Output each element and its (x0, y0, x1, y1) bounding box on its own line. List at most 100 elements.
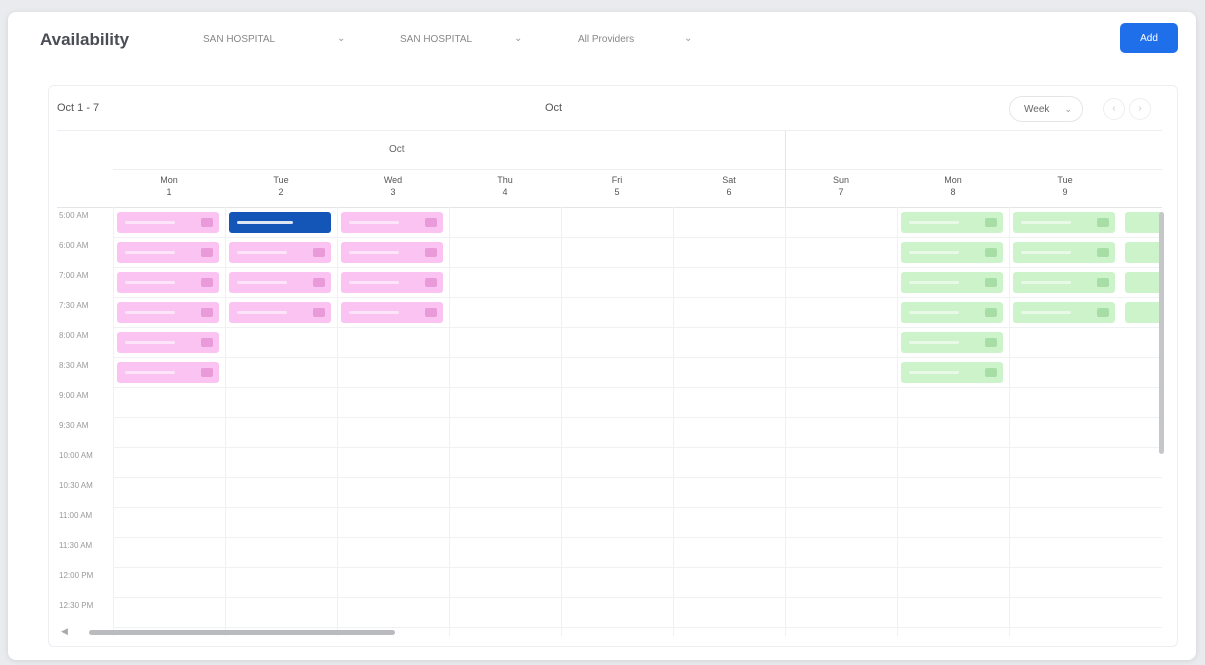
vertical-scrollbar[interactable] (1159, 212, 1164, 454)
availability-block[interactable] (117, 332, 219, 353)
chevron-down-icon: ⌄ (684, 33, 693, 44)
day-date: 6 (726, 187, 732, 197)
time-slot-label: 10:30 AM (59, 481, 93, 490)
time-row-divider (113, 297, 1162, 298)
day-name: Mon (944, 175, 962, 185)
availability-block[interactable] (229, 242, 331, 263)
block-badge (985, 308, 997, 317)
day-column-divider (561, 207, 562, 636)
availability-block[interactable] (901, 272, 1003, 293)
block-label-placeholder (1021, 281, 1071, 284)
day-header[interactable]: Fri 5 (561, 169, 673, 207)
availability-block[interactable] (1125, 212, 1162, 233)
prev-week-button[interactable]: ‹ (1103, 98, 1125, 120)
provider-filter[interactable]: All Providers ⌄ (578, 33, 692, 45)
day-header[interactable]: Tue 9 (1009, 169, 1121, 207)
add-button[interactable]: Add (1120, 23, 1178, 53)
day-header[interactable]: Sat 6 (673, 169, 785, 207)
availability-block[interactable] (901, 212, 1003, 233)
day-name: Fri (611, 175, 623, 185)
selected-availability-block[interactable] (229, 212, 331, 233)
time-row-divider (113, 267, 1162, 268)
time-row-divider (113, 387, 1162, 388)
availability-block[interactable] (901, 242, 1003, 263)
time-slot-label: 11:30 AM (59, 541, 93, 550)
block-badge (201, 338, 213, 347)
block-label-placeholder (125, 371, 175, 374)
day-date: 2 (278, 187, 284, 197)
availability-block[interactable] (117, 362, 219, 383)
day-column-divider (897, 207, 898, 636)
day-header[interactable]: Mon 1 (113, 169, 225, 207)
provider-filter-value: All Providers (578, 34, 635, 45)
block-label-placeholder (237, 221, 293, 224)
block-label-placeholder (1021, 251, 1071, 254)
block-label-placeholder (125, 251, 175, 254)
availability-block[interactable] (901, 332, 1003, 353)
availability-block[interactable] (229, 272, 331, 293)
chevron-right-icon: › (1138, 103, 1142, 114)
availability-block[interactable] (117, 212, 219, 233)
block-badge (985, 338, 997, 347)
block-badge (425, 218, 437, 227)
availability-block[interactable] (1013, 242, 1115, 263)
location-filter[interactable]: SAN HOSPITAL ⌄ (203, 33, 345, 45)
time-row-divider (113, 597, 1162, 598)
block-label-placeholder (237, 311, 287, 314)
time-slot-label: 5:00 AM (59, 211, 89, 220)
next-week-button[interactable]: › (1129, 98, 1151, 120)
day-name: Thu (497, 175, 513, 185)
day-header[interactable]: Thu 4 (449, 169, 561, 207)
availability-block[interactable] (117, 302, 219, 323)
availability-block[interactable] (341, 212, 443, 233)
block-badge (425, 278, 437, 287)
day-header[interactable]: Tue 2 (225, 169, 337, 207)
month-label: Oct (545, 102, 563, 114)
month-group-row: Oct (113, 131, 1162, 170)
availability-block[interactable] (341, 272, 443, 293)
availability-block[interactable] (901, 302, 1003, 323)
time-row-divider (113, 477, 1162, 478)
time-row-divider (113, 237, 1162, 238)
block-label-placeholder (909, 281, 959, 284)
day-name: Sun (832, 175, 849, 185)
day-date: 1 (166, 187, 172, 197)
day-header[interactable]: Mon 8 (897, 169, 1009, 207)
availability-block[interactable] (229, 302, 331, 323)
date-range: Oct 1 - 7 (57, 102, 100, 114)
block-label-placeholder (237, 281, 287, 284)
day-name: Tue (273, 175, 289, 185)
day-column-divider (449, 207, 450, 636)
availability-block[interactable] (1013, 302, 1115, 323)
chevron-down-icon: ⌄ (514, 33, 523, 44)
availability-block[interactable] (901, 362, 1003, 383)
block-label-placeholder (349, 311, 399, 314)
time-slot-label: 7:30 AM (59, 301, 89, 310)
block-badge (201, 368, 213, 377)
horizontal-scrollbar[interactable] (89, 630, 395, 635)
time-row-divider (113, 357, 1162, 358)
department-filter-value: SAN HOSPITAL (400, 34, 473, 45)
day-header[interactable]: Wed 3 (337, 169, 449, 207)
block-label-placeholder (909, 341, 959, 344)
availability-block[interactable] (1013, 212, 1115, 233)
block-badge (1097, 278, 1109, 287)
availability-block[interactable] (1125, 272, 1162, 293)
day-column-divider (113, 207, 114, 636)
day-header[interactable]: Sun 7 (785, 169, 897, 207)
availability-block[interactable] (117, 272, 219, 293)
block-badge (985, 248, 997, 257)
availability-block[interactable] (341, 302, 443, 323)
availability-block[interactable] (117, 242, 219, 263)
department-filter[interactable]: SAN HOSPITAL ⌄ (400, 33, 522, 45)
day-date: 5 (614, 187, 620, 197)
time-row-divider (113, 327, 1162, 328)
availability-block[interactable] (1125, 302, 1162, 323)
availability-block[interactable] (1125, 242, 1162, 263)
availability-block[interactable] (341, 242, 443, 263)
page-title: Availability (40, 30, 130, 49)
scroll-left-icon[interactable]: ◀ (61, 626, 68, 637)
view-select-value: Week (1024, 104, 1050, 115)
view-select[interactable]: Week ⌄ (1009, 96, 1083, 122)
availability-block[interactable] (1013, 272, 1115, 293)
